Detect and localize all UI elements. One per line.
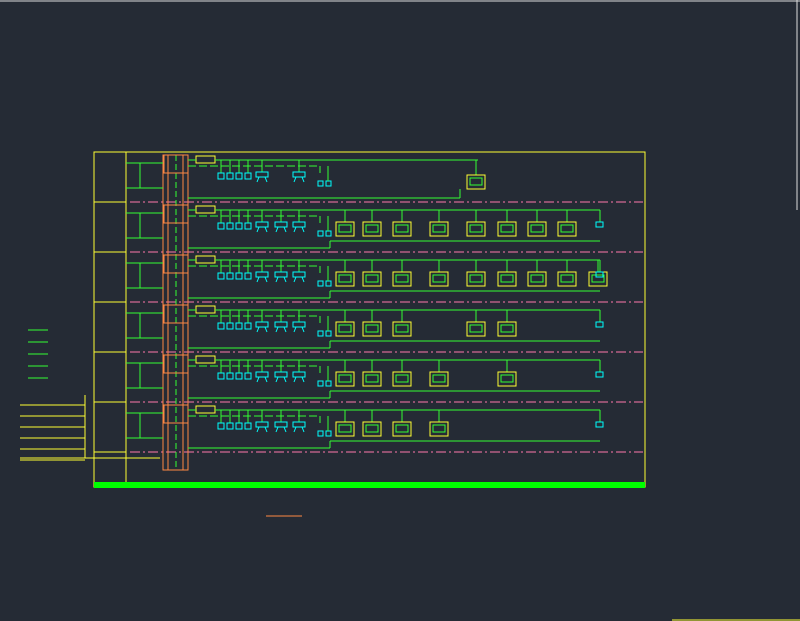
ground-bar — [94, 482, 645, 488]
electrical-riser-diagram — [0, 0, 800, 621]
ground-bar-fill — [94, 482, 645, 488]
